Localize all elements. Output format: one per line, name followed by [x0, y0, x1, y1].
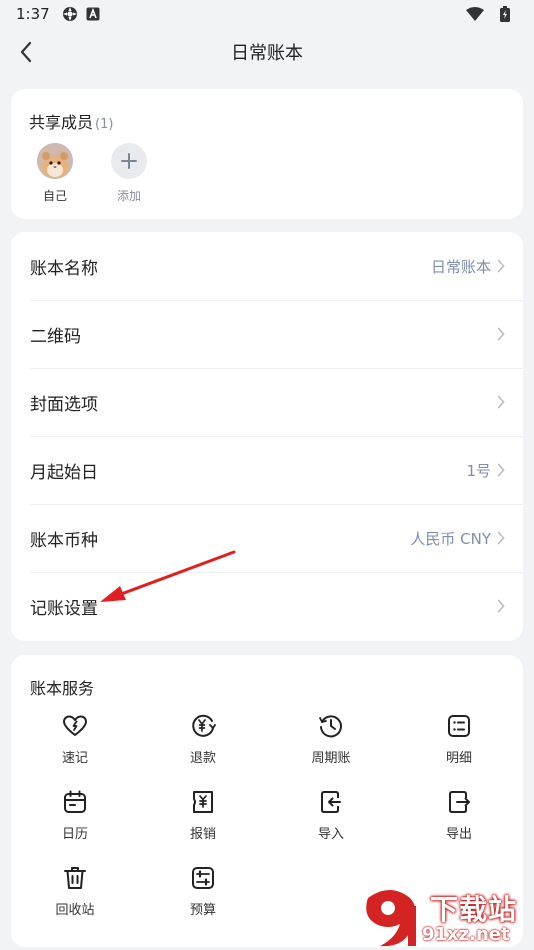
- service-refund[interactable]: 退款: [139, 711, 267, 787]
- clock-cycle-icon: [318, 713, 344, 739]
- export-icon: [446, 789, 472, 815]
- members-list: 自己 添加: [29, 143, 505, 204]
- row-qr-code[interactable]: 二维码: [11, 300, 523, 368]
- chevron-right-icon: [497, 259, 505, 273]
- heart-bolt-icon: [62, 713, 88, 739]
- add-member-label: 添加: [116, 189, 141, 203]
- service-label: 退款: [189, 751, 216, 766]
- yen-refund-icon: [190, 713, 216, 739]
- battery-icon: [500, 6, 510, 22]
- back-button[interactable]: [10, 36, 42, 68]
- row-cover-options[interactable]: 封面选项: [11, 368, 523, 436]
- service-label: 周期账: [311, 751, 351, 766]
- row-label: 封面选项: [30, 394, 98, 415]
- service-quick-note[interactable]: 速记: [11, 711, 139, 787]
- row-currency[interactable]: 账本币种 人民币 CNY: [11, 504, 523, 572]
- chevron-left-icon: [20, 41, 32, 63]
- services-title: 账本服务: [30, 679, 95, 698]
- row-book-name[interactable]: 账本名称 日常账本: [11, 232, 523, 300]
- a-box-icon: [86, 7, 100, 21]
- row-label: 月起始日: [30, 462, 98, 483]
- budget-sliders-icon: [190, 865, 216, 891]
- add-member-button[interactable]: 添加: [97, 143, 161, 204]
- member-self[interactable]: 自己: [23, 143, 87, 204]
- service-export[interactable]: 导出: [395, 787, 523, 863]
- status-time: 1:37: [16, 5, 50, 23]
- row-label: 账本币种: [30, 530, 98, 551]
- chevron-right-icon: [497, 463, 505, 477]
- service-label: 预算: [189, 903, 216, 918]
- members-label: 共享成员: [29, 113, 94, 132]
- calendar-icon: [62, 789, 88, 815]
- row-value: 日常账本: [430, 257, 491, 276]
- status-bar: 1:37: [0, 0, 534, 28]
- service-label: 导出: [445, 827, 472, 842]
- watermark-domain: 91xz.net: [422, 924, 510, 945]
- row-bookkeeping-settings[interactable]: 记账设置: [11, 572, 523, 640]
- list-detail-icon: [446, 713, 472, 739]
- members-count: (1): [95, 117, 114, 132]
- row-label: 二维码: [30, 326, 81, 347]
- service-label: 导入: [317, 827, 344, 842]
- book-settings-card: 账本名称 日常账本 二维码 封面选项 月起始日 1号 账本币种 人民币 CNY …: [11, 232, 523, 641]
- row-value: 1号: [466, 461, 491, 480]
- service-budget[interactable]: 预算: [139, 863, 267, 939]
- gear-icon: [62, 6, 78, 22]
- shared-members-card: 共享成员 (1) 自己 添加: [11, 89, 523, 219]
- member-name: 自己: [42, 189, 67, 203]
- row-label: 账本名称: [30, 258, 98, 279]
- chevron-right-icon: [497, 599, 505, 613]
- service-label: 速记: [61, 751, 88, 766]
- service-recurring[interactable]: 周期账: [267, 711, 395, 787]
- service-calendar[interactable]: 日历: [11, 787, 139, 863]
- chevron-right-icon: [497, 327, 505, 341]
- avatar: [37, 143, 73, 179]
- watermark-logo-icon: [366, 890, 416, 947]
- plus-icon: [111, 143, 147, 179]
- trash-icon: [62, 865, 88, 891]
- service-label: 报销: [189, 827, 216, 842]
- chevron-right-icon: [497, 531, 505, 545]
- app-header: 日常账本: [0, 28, 534, 76]
- service-label: 回收站: [55, 903, 95, 918]
- service-details[interactable]: 明细: [395, 711, 523, 787]
- wifi-icon: [466, 7, 484, 21]
- chevron-right-icon: [497, 395, 505, 409]
- watermark-brand: 下载站: [430, 893, 518, 926]
- service-label: 明细: [445, 751, 472, 766]
- import-icon: [318, 789, 344, 815]
- service-label: 日历: [61, 827, 88, 842]
- yen-ticket-icon: [190, 789, 216, 815]
- row-month-start[interactable]: 月起始日 1号: [11, 436, 523, 504]
- row-value: 人民币 CNY: [410, 529, 491, 548]
- row-label: 记账设置: [30, 598, 98, 619]
- service-import[interactable]: 导入: [267, 787, 395, 863]
- page-title: 日常账本: [231, 43, 303, 64]
- service-reimburse[interactable]: 报销: [139, 787, 267, 863]
- service-recycle-bin[interactable]: 回收站: [11, 863, 139, 939]
- watermark: 下载站 91xz.net: [360, 886, 534, 950]
